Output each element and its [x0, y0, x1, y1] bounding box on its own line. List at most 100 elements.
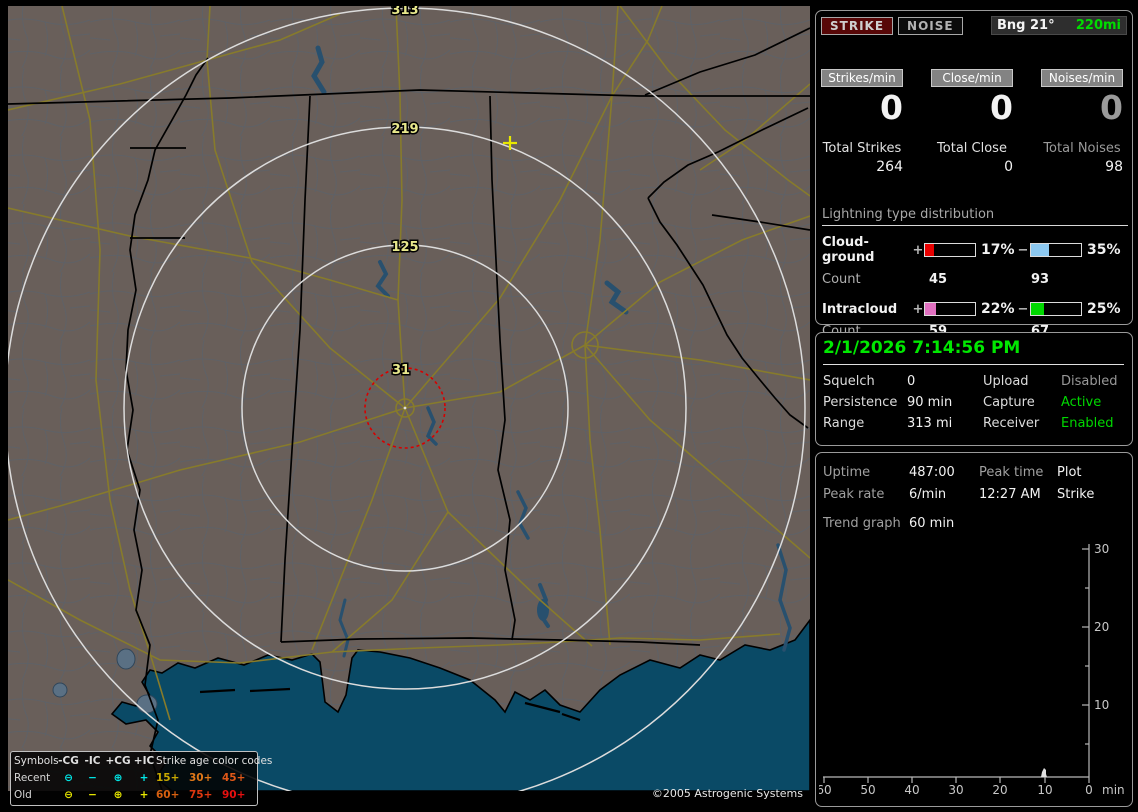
legend-col-pos-ic: +IC	[133, 755, 155, 767]
squelch-label: Squelch	[823, 374, 875, 389]
x-tick-40: 40	[904, 783, 919, 797]
legend-col-pos-cg: +CG	[105, 755, 131, 767]
y-tick-10: 10	[1094, 698, 1109, 712]
ring-label-125: 125	[391, 240, 418, 255]
ring-label-31: 31	[392, 363, 410, 378]
cloud-ground-count-row: Count 45 93	[822, 272, 1128, 287]
total-noises-value: 98	[1105, 159, 1123, 175]
noises-per-min-value: 0	[1100, 88, 1123, 127]
strikes-counter: Strikes/min 0 Total Strikes 264	[821, 69, 903, 175]
copyright-text: ©2005 Astrogenic Systems	[651, 787, 803, 800]
range-value: 313 mi	[907, 416, 953, 431]
recent-pos-cg-icon: ⊕	[113, 772, 123, 784]
y-tick-30: 30	[1094, 542, 1109, 556]
stats-panel: Uptime 487:00 Peak time Plot Peak rate 6…	[815, 452, 1133, 807]
cloud-ground-label: Cloud-ground	[822, 235, 875, 265]
cg-negative-bar	[1030, 243, 1082, 257]
total-close-value: 0	[1004, 159, 1013, 175]
plus-sign: +	[912, 301, 924, 317]
plot-label: Plot	[1057, 465, 1082, 480]
receiver-status: Enabled	[1061, 416, 1114, 431]
legend-col-neg-cg: -CG	[58, 755, 79, 767]
persistence-value: 90 min	[907, 395, 953, 410]
strikes-per-min-value: 0	[880, 88, 903, 127]
x-tick-30: 30	[948, 783, 963, 797]
x-tick-20: 20	[992, 783, 1007, 797]
recent-pos-ic-icon: +	[139, 772, 149, 784]
ic-positive-bar-fill	[925, 303, 936, 315]
x-tick-60: 60	[819, 783, 832, 797]
bearing-distance: 220mi	[1075, 18, 1121, 33]
y-tick-20: 20	[1094, 620, 1109, 634]
strike-panel: STRIKE NOISE Bng 21° 220mi Strikes/min 0…	[815, 10, 1133, 339]
ic-positive-percent: 22%	[981, 301, 1015, 317]
legend-symbols-header: Symbols	[14, 755, 59, 767]
noise-indicator-button[interactable]: NOISE	[898, 16, 963, 35]
cg-positive-count: 45	[929, 272, 948, 287]
uptime-label: Uptime	[823, 465, 871, 480]
legend-header-row: Symbols -CG -IC +CG +IC Strike age color…	[14, 753, 273, 770]
distribution-title: Lightning type distribution	[822, 207, 1128, 226]
stats-grid: Uptime 487:00 Peak time Plot Peak rate 6…	[823, 465, 1132, 502]
ic-negative-bar-fill	[1031, 303, 1044, 315]
datetime-display: 2/1/2026 7:14:56 PM	[823, 338, 1124, 365]
legend-recent-label: Recent	[14, 772, 51, 784]
minus-sign: −	[1017, 301, 1029, 317]
status-grid: Squelch 0 Upload Disabled Persistence 90…	[823, 374, 1132, 431]
noises-counter: Noises/min 0 Total Noises 98	[1041, 69, 1123, 175]
legend-col-neg-ic: -IC	[84, 755, 101, 767]
trend-axes	[823, 544, 1090, 783]
trend-graph-value: 60 min	[909, 516, 955, 531]
cg-negative-bar-fill	[1031, 244, 1049, 256]
status-panel: 2/1/2026 7:14:56 PM Squelch 0 Upload Dis…	[815, 332, 1133, 446]
legend-recent-row: Recent ⊖ − ⊕ + 15+ 30+ 45+	[14, 770, 254, 787]
close-per-min-value: 0	[990, 88, 1013, 127]
ring-label-313: 313	[391, 6, 418, 18]
receiver-label: Receiver	[983, 416, 1040, 431]
cg-negative-count: 93	[1031, 272, 1050, 287]
x-tick-10: 10	[1037, 783, 1052, 797]
total-strikes-label: Total Strikes	[822, 141, 902, 156]
total-strikes-value: 264	[876, 159, 903, 175]
bearing-value: Bng 21°	[997, 18, 1055, 33]
total-noises-label: Total Noises	[1043, 141, 1121, 156]
cg-positive-bar	[924, 243, 976, 257]
trend-spike	[1041, 768, 1047, 777]
lightning-distribution: Lightning type distribution Cloud-ground…	[822, 207, 1128, 339]
trend-graph-label: Trend graph	[823, 516, 901, 531]
age-15: 15+	[156, 772, 180, 784]
x-tick-0: 0	[1085, 783, 1093, 797]
intracloud-row: Intracloud + 22% − 25%	[822, 301, 1128, 317]
peak-time-value: 12:27 AM	[979, 487, 1041, 502]
range-label: Range	[823, 416, 865, 431]
peak-time-label: Peak time	[979, 465, 1044, 480]
cg-negative-percent: 35%	[1087, 242, 1121, 258]
rate-counters: Strikes/min 0 Total Strikes 264 Close/mi…	[821, 69, 1123, 175]
legend-age-header: Strike age color codes	[156, 755, 273, 767]
noises-per-min-button[interactable]: Noises/min	[1041, 69, 1123, 87]
uptime-value: 487:00	[909, 465, 955, 480]
close-per-min-button[interactable]: Close/min	[931, 69, 1013, 87]
plot-value: Strike	[1057, 487, 1095, 502]
ic-positive-bar	[924, 302, 976, 316]
age-30: 30+	[189, 772, 213, 784]
x-axis-unit: min	[1102, 783, 1125, 797]
ic-negative-percent: 25%	[1087, 301, 1121, 317]
close-counter: Close/min 0 Total Close 0	[931, 69, 1013, 175]
recent-neg-cg-icon: ⊖	[64, 772, 73, 784]
lightning-map[interactable]: 313 219 125 31	[4, 2, 811, 809]
recent-neg-ic-icon: −	[88, 772, 97, 784]
bearing-readout: Bng 21° 220mi	[991, 16, 1127, 35]
strike-indicator-button[interactable]: STRIKE	[821, 16, 894, 35]
strikes-per-min-button[interactable]: Strikes/min	[821, 69, 903, 87]
capture-status: Active	[1061, 395, 1102, 410]
trend-tick-labels: 30 20 10 60 50 40 30 20 10 0 min	[819, 542, 1125, 797]
upload-label: Upload	[983, 374, 1029, 389]
minus-sign: −	[1017, 242, 1029, 258]
ic-negative-bar	[1030, 302, 1082, 316]
nexstorm-window: { "map": { "ring_labels": ["313", "219",…	[0, 0, 1138, 812]
intracloud-label: Intracloud	[822, 301, 898, 317]
peak-rate-value: 6/min	[909, 487, 947, 502]
trend-graph: 30 20 10 60 50 40 30 20 10 0 min	[819, 542, 1125, 797]
upload-status: Disabled	[1061, 374, 1118, 389]
